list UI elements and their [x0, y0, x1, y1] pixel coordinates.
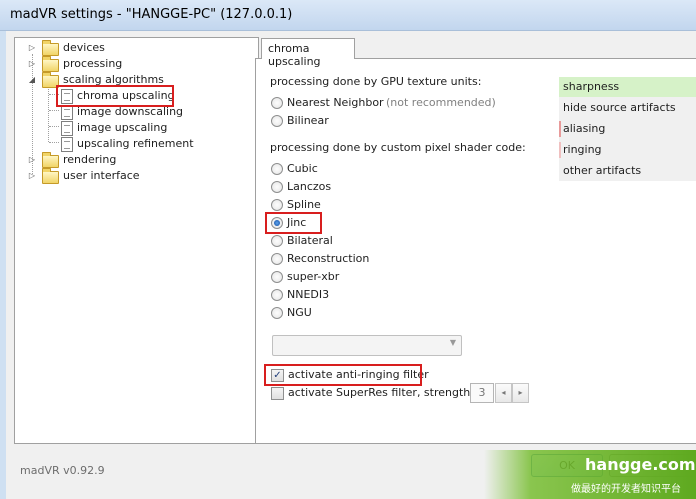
- radio-label: Reconstruction: [287, 252, 370, 265]
- radio-label: super-xbr: [287, 270, 340, 283]
- tree-item-label: user interface: [63, 169, 140, 182]
- radio-button[interactable]: [271, 289, 283, 301]
- expand-arrow-icon[interactable]: ▷: [27, 56, 37, 72]
- radio-label: Cubic: [287, 162, 318, 175]
- severity-marker: [559, 142, 561, 158]
- version-label: madVR v0.92.9: [20, 464, 105, 477]
- settings-tree: ▷ devices ▷ processing ◢ scaling algorit…: [14, 37, 259, 444]
- page-icon: [61, 137, 73, 152]
- quality-dropdown[interactable]: ▼: [272, 335, 462, 356]
- tree-guide-line: [49, 110, 59, 111]
- watermark-tagline: 做最好的开发者知识平台: [571, 484, 681, 495]
- not-recommended-hint: (not recommended): [386, 96, 496, 109]
- artifact-ringing: ringing: [559, 140, 696, 160]
- tree-guide-line: [49, 126, 59, 127]
- radio-button[interactable]: [271, 115, 283, 127]
- artifact-label: aliasing: [563, 122, 606, 135]
- artifact-label: hide source artifacts: [563, 101, 676, 114]
- tab-label: chroma upscaling: [268, 42, 321, 68]
- radio-button[interactable]: [271, 253, 283, 265]
- highlight-box: [56, 85, 174, 107]
- tree-item-label: upscaling refinement: [77, 137, 194, 150]
- artifact-hide-source: hide source artifacts: [559, 98, 696, 118]
- radio-label: Bilateral: [287, 234, 333, 247]
- tab-chroma-upscaling[interactable]: chroma upscaling: [261, 38, 355, 68]
- page-icon: [61, 121, 73, 136]
- tree-item-label: rendering: [63, 153, 117, 166]
- tree-item-label: processing: [63, 57, 123, 70]
- folder-icon: [42, 168, 59, 184]
- radio-button[interactable]: [271, 307, 283, 319]
- radio-label: Nearest Neighbor: [287, 96, 384, 109]
- artifact-sharpness: sharpness: [559, 77, 696, 97]
- radio-label: Lanczos: [287, 180, 332, 193]
- radio-button[interactable]: [271, 163, 283, 175]
- tree-item-label: devices: [63, 41, 105, 54]
- highlight-box: [265, 212, 322, 234]
- title-bar: madVR settings - "HANGGE-PC" (127.0.0.1): [0, 0, 696, 31]
- radio-button[interactable]: [271, 97, 283, 109]
- watermark-site: hangge.com: [585, 455, 696, 474]
- shader-section-heading: processing done by custom pixel shader c…: [270, 141, 526, 154]
- radio-label: NGU: [287, 306, 312, 319]
- expand-arrow-icon[interactable]: ▷: [27, 40, 37, 56]
- artifact-label: ringing: [563, 143, 602, 156]
- folder-icon: [42, 56, 59, 72]
- artifact-label: sharpness: [563, 80, 620, 93]
- tree-item-label: image upscaling: [77, 121, 168, 134]
- checkbox[interactable]: [271, 387, 284, 400]
- radio-button[interactable]: [271, 271, 283, 283]
- artifact-list: sharpness hide source artifacts aliasing…: [559, 77, 696, 181]
- radio-label: Spline: [287, 198, 321, 211]
- folder-icon: [42, 40, 59, 56]
- gpu-section-heading: processing done by GPU texture units:: [270, 75, 482, 88]
- decrease-arrow-icon[interactable]: ◂: [495, 383, 512, 403]
- artifact-aliasing: aliasing: [559, 119, 696, 139]
- increase-arrow-icon[interactable]: ▸: [512, 383, 529, 403]
- checkbox-label: activate SuperRes filter, strength:: [288, 386, 474, 399]
- radio-button[interactable]: [271, 235, 283, 247]
- artifact-label: other artifacts: [563, 164, 642, 177]
- chevron-down-icon[interactable]: ▼: [450, 338, 456, 347]
- settings-dialog: ▷ devices ▷ processing ◢ scaling algorit…: [6, 31, 696, 499]
- page-icon: [61, 105, 73, 120]
- expand-arrow-icon[interactable]: ▷: [27, 168, 37, 184]
- strength-input[interactable]: 3: [470, 383, 494, 403]
- radio-button[interactable]: [271, 199, 283, 211]
- radio-button[interactable]: [271, 181, 283, 193]
- radio-label: NNEDI3: [287, 288, 330, 301]
- radio-label: Bilinear: [287, 114, 329, 127]
- tree-guide-line: [49, 142, 59, 143]
- expand-arrow-icon[interactable]: ▷: [27, 152, 37, 168]
- highlight-box: [264, 364, 422, 386]
- severity-marker: [559, 121, 561, 137]
- window-title: madVR settings - "HANGGE-PC" (127.0.0.1): [10, 7, 293, 22]
- folder-icon: [42, 152, 59, 168]
- artifact-other: other artifacts: [559, 161, 696, 181]
- collapse-arrow-icon[interactable]: ◢: [27, 72, 37, 88]
